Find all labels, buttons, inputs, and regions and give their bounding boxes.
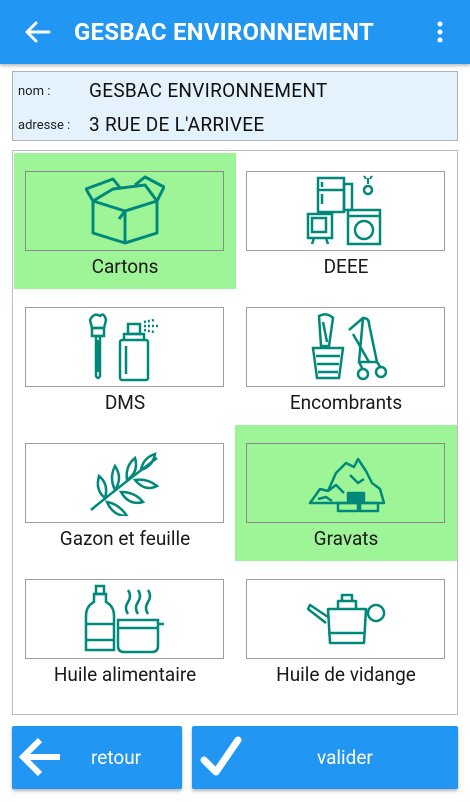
category-deee-frame: [246, 171, 445, 251]
paintbrush-spray-can-icon: [88, 313, 158, 382]
app-title: GESBAC ENVIRONNEMENT: [74, 18, 374, 46]
category-cartons-frame: [25, 171, 224, 251]
arrow-left-icon: [18, 737, 60, 777]
confirm-button[interactable]: valider: [192, 726, 458, 789]
app-bar: GESBAC ENVIRONNEMENT: [0, 0, 470, 64]
site-info-panel: nom : GESBAC ENVIRONNEMENT adresse : 3 R…: [12, 71, 458, 141]
category-label: Huile alimentaire: [53, 663, 197, 686]
cardboard-box-icon: [84, 175, 165, 245]
rubble-icon: [308, 457, 385, 513]
oil-bottle-pot-icon: [84, 584, 164, 654]
category-deee[interactable]: DEEE: [235, 153, 457, 289]
category-encombrants[interactable]: Encombrants: [235, 289, 457, 425]
category-label: Gazon et feuille: [59, 527, 191, 550]
back-arrow-icon[interactable]: [22, 16, 54, 48]
category-label: Cartons: [91, 255, 159, 278]
back-button-label: retour: [91, 746, 142, 769]
category-cartons[interactable]: Cartons: [14, 153, 236, 289]
more-vert-icon[interactable]: [425, 16, 455, 48]
category-gravats-frame: [246, 443, 445, 523]
category-encombrants-frame: [246, 307, 445, 387]
back-button[interactable]: retour: [12, 726, 182, 789]
address-label: adresse :: [18, 118, 71, 133]
bulky-items-icon: [311, 313, 387, 381]
category-huile-de-vidange-frame: [246, 579, 445, 659]
checkmark-icon: [200, 736, 242, 776]
category-label: DEEE: [323, 255, 369, 278]
name-label: nom :: [18, 84, 51, 99]
electronic-appliances-icon: [306, 175, 381, 246]
waste-category-grid: Cartons DEEE DMS Encombrants Gazon et fe…: [12, 150, 458, 715]
oil-can-icon: [306, 593, 385, 645]
category-huile-alimentaire-frame: [25, 579, 224, 659]
name-row: nom : GESBAC ENVIRONNEMENT: [13, 76, 457, 106]
confirm-button-label: valider: [317, 746, 373, 769]
category-dms-frame: [25, 307, 224, 387]
category-label: Encombrants: [289, 391, 403, 414]
leaf-branch-icon: [89, 452, 159, 516]
address-value: 3 RUE DE L'ARRIVEE: [89, 113, 265, 136]
category-label: Gravats: [313, 527, 379, 550]
category-gravats[interactable]: Gravats: [235, 425, 457, 561]
category-label: DMS: [104, 391, 146, 414]
category-dms[interactable]: DMS: [14, 289, 236, 425]
category-label: Huile de vidange: [276, 663, 416, 686]
category-gazon-et-feuille[interactable]: Gazon et feuille: [14, 425, 236, 561]
address-row: adresse : 3 RUE DE L'ARRIVEE: [13, 110, 457, 140]
category-huile-alimentaire[interactable]: Huile alimentaire: [14, 561, 236, 697]
category-huile-de-vidange[interactable]: Huile de vidange: [235, 561, 457, 697]
name-value: GESBAC ENVIRONNEMENT: [89, 79, 328, 102]
category-gazon-frame: [25, 443, 224, 523]
